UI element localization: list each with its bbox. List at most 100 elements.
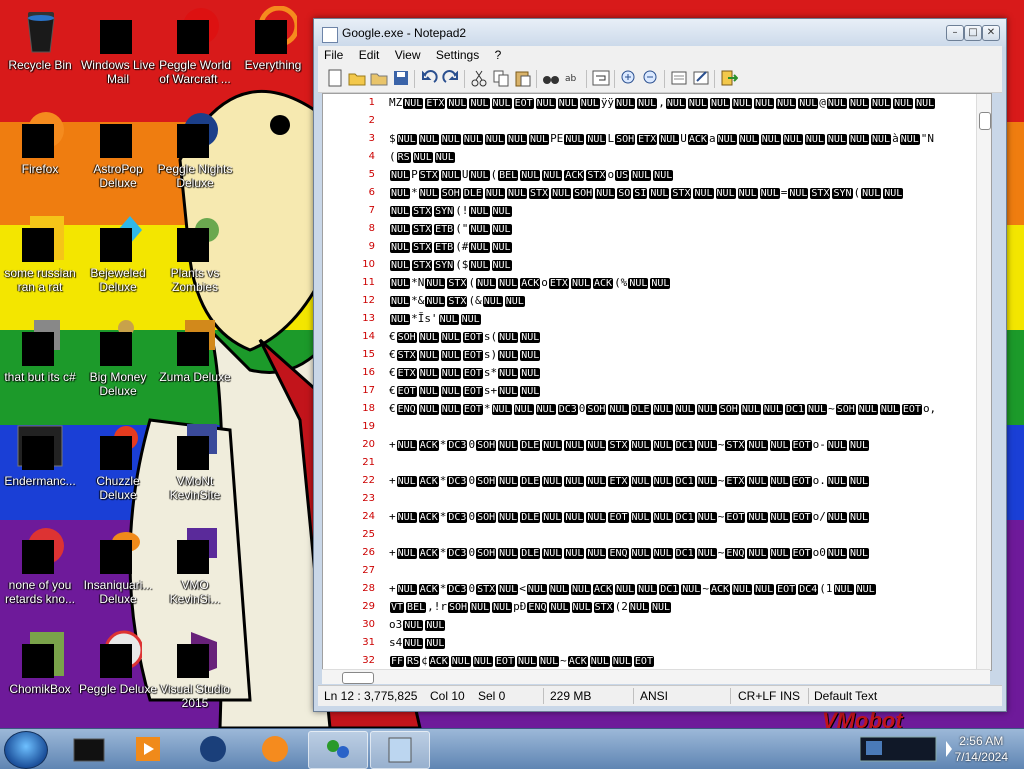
menu-file[interactable]: File: [318, 46, 349, 64]
desktop-icon-plants-vs-zombies[interactable]: Plants vs Zombies: [155, 214, 235, 294]
editor-line[interactable]: 14 € SOH NUL NUL EOT s(NUL NUL: [323, 328, 983, 346]
maximize-button[interactable]: □: [964, 25, 982, 41]
save-icon[interactable]: [392, 69, 410, 87]
start-button[interactable]: [4, 731, 48, 769]
desktop-icon-peggle-wow[interactable]: Peggle World of Warcraft ...: [155, 6, 235, 86]
editor-line[interactable]: 28 + NUL ACK * DC3 0 STX NUL < NUL NUL NUL ACK NUL NUL D…: [323, 580, 983, 598]
desktop-icon-peggle-deluxe[interactable]: Peggle Deluxe: [78, 630, 158, 696]
menu-settings[interactable]: Settings: [430, 46, 485, 64]
open-folder-icon[interactable]: [348, 69, 366, 87]
editor-line[interactable]: 21: [323, 454, 983, 472]
editor-line[interactable]: 17 € EOT NUL NUL EOT s+ NUL NUL: [323, 382, 983, 400]
customize-scheme-icon[interactable]: [692, 69, 710, 87]
editor-line[interactable]: 18 € ENQ NUL NUL EOT * NUL NUL NUL DC3 0 SOH NUL DLE NU…: [323, 400, 983, 418]
desktop-icon-chomikbox[interactable]: ChomikBox: [0, 630, 80, 696]
zoom-in-icon[interactable]: [620, 69, 638, 87]
editor-line[interactable]: 26 + NUL ACK * DC3 0 SOH NUL DLE NUL NUL NUL ENQ NUL NU…: [323, 544, 983, 562]
status-encoding[interactable]: ANSI: [640, 689, 668, 703]
vertical-scrollbar[interactable]: [976, 94, 991, 670]
find-icon[interactable]: [542, 69, 560, 87]
zoom-out-icon[interactable]: [642, 69, 660, 87]
taskbar-messenger-button[interactable]: [308, 731, 368, 769]
undo-icon[interactable]: [420, 69, 438, 87]
desktop-icon-vmont-kevinsite[interactable]: VMoNt KevinSite: [155, 422, 235, 502]
editor-line[interactable]: 11 NUL *N NUL STX(NUL NUL ACK o ETX NUL ACK (% NUL NU…: [323, 274, 983, 292]
window-titlebar[interactable]: Google.exe - Notepad2 – □ ✕: [314, 19, 1006, 47]
editor-line[interactable]: 32 FF RS ¢ ACK NUL NUL EOT NUL NUL ~ ACK NUL NUL EOT: [323, 652, 983, 670]
minimize-button[interactable]: –: [946, 25, 964, 41]
desktop-icon-big-money[interactable]: Big Money Deluxe: [78, 318, 158, 398]
status-scheme[interactable]: Default Text: [814, 689, 877, 703]
copy-icon[interactable]: [492, 69, 510, 87]
browse-icon[interactable]: [370, 69, 388, 87]
editor-line[interactable]: 20 + NUL ACK * DC3 0 SOH NUL DLE NUL NUL NUL STX NUL NU…: [323, 436, 983, 454]
desktop-icon-recycle-bin[interactable]: Recycle Bin: [0, 6, 80, 72]
editor-line[interactable]: 25: [323, 526, 983, 544]
menu-edit[interactable]: Edit: [353, 46, 386, 64]
editor-line[interactable]: 29 VT BEL ,!r SOH NUL NUL pÐ ENQ NUL NUL STX (2 NUL NU…: [323, 598, 983, 616]
desktop-icon-bejeweled[interactable]: Bejeweled Deluxe: [78, 214, 158, 294]
editor-line[interactable]: 8 NUL STX ETB (" NUL NUL: [323, 220, 983, 238]
editor-line[interactable]: 12 NUL *& NUL STX (& NUL NUL: [323, 292, 983, 310]
editor-line[interactable]: 7 NUL STX SYN (! NUL NUL: [323, 202, 983, 220]
vertical-scroll-thumb[interactable]: [979, 112, 991, 130]
tray-icons[interactable]: [860, 735, 940, 763]
editor-line[interactable]: 15 € STX NUL NUL EOT s) NUL NUL: [323, 346, 983, 364]
new-file-icon[interactable]: [326, 69, 344, 87]
desktop-icon-firefox[interactable]: Firefox: [0, 110, 80, 176]
replace-icon[interactable]: ab: [564, 69, 582, 87]
editor-line[interactable]: 2: [323, 112, 983, 130]
desktop-icon-csharp[interactable]: that but its c#: [0, 318, 80, 384]
desktop-icon-zuma[interactable]: Zuma Deluxe: [155, 318, 235, 384]
desktop-icon-vmo-kevinsite[interactable]: VMO KevinSi...: [155, 526, 235, 606]
editor-line[interactable]: 4 (RS NUL NUL: [323, 148, 983, 166]
editor-line[interactable]: 16 € ETX NUL NUL EOT s* NUL NUL: [323, 364, 983, 382]
taskbar-globe-button[interactable]: [184, 731, 242, 767]
desktop-icon-peggle-nights[interactable]: Peggle Nights Deluxe: [155, 110, 235, 190]
taskbar-notepad2-button[interactable]: [370, 731, 430, 769]
close-button[interactable]: ✕: [982, 25, 1000, 41]
exit-icon[interactable]: [720, 69, 738, 87]
editor-line[interactable]: 3 $ NUL NUL NUL NUL NUL NUL NUL PE NUL NUL L SOH ETX NU…: [323, 130, 983, 148]
editor-line[interactable]: 1 MZ NUL ETX NUL NUL NUL EOT NUL NUL NUL ÿÿ NUL NUL, N…: [323, 94, 983, 112]
editor-line[interactable]: 23: [323, 490, 983, 508]
notepad2-window[interactable]: Google.exe - Notepad2 – □ ✕ File Edit Vi…: [313, 18, 1007, 712]
editor-line[interactable]: 19: [323, 418, 983, 436]
desktop-icon-windows-live-mail[interactable]: Windows Live Mail: [78, 6, 158, 86]
horizontal-scroll-thumb[interactable]: [342, 672, 374, 684]
status-eol[interactable]: CR+LF: [738, 689, 776, 703]
desktop-icon-astropop[interactable]: AstroPop Deluxe: [78, 110, 158, 190]
desktop-icon-endermanch[interactable]: Endermanc...: [0, 422, 80, 488]
editor-line[interactable]: 5 NUL P STX NUL U NUL(BEL NUL NUL ACK STX o US NUL NUL: [323, 166, 983, 184]
redo-icon[interactable]: [442, 69, 460, 87]
menu-help[interactable]: ?: [489, 46, 508, 64]
menu-view[interactable]: View: [389, 46, 427, 64]
word-wrap-icon[interactable]: [592, 69, 610, 87]
cut-icon[interactable]: [470, 69, 488, 87]
scheme-icon[interactable]: [670, 69, 688, 87]
desktop-icon-insaniquarium[interactable]: Insaniquari... Deluxe: [78, 526, 158, 606]
taskbar-firefox-button[interactable]: [246, 731, 304, 767]
desktop-icon-russian-rat[interactable]: some russian ran a rat: [0, 214, 80, 294]
show-desktop-arrow-icon[interactable]: [944, 739, 954, 759]
desktop-icon-visual-studio[interactable]: Visual Studio 2015: [155, 630, 235, 710]
editor-line[interactable]: 10 NUL STX SYN ($ NUL NUL: [323, 256, 983, 274]
editor-line[interactable]: 13 NUL *Ĭs' NUL NUL: [323, 310, 983, 328]
taskbar-terminal-button[interactable]: [60, 731, 118, 767]
text-editor[interactable]: 1 MZ NUL ETX NUL NUL NUL EOT NUL NUL NUL ÿÿ NUL NUL, N…: [322, 93, 992, 671]
taskbar-media-button[interactable]: [120, 731, 178, 767]
editor-line[interactable]: 9 NUL STX ETB (# NUL NUL: [323, 238, 983, 256]
editor-line[interactable]: 27: [323, 562, 983, 580]
paste-icon[interactable]: [514, 69, 532, 87]
horizontal-scrollbar[interactable]: [322, 669, 990, 684]
clock[interactable]: 2:56 AM 7/14/2024: [955, 733, 1008, 765]
editor-line[interactable]: 31 s4 NUL NUL: [323, 634, 983, 652]
editor-line[interactable]: 6 NUL * NUL SOH DLE NUL NUL STX NUL SOH NUL SO SI NUL S…: [323, 184, 983, 202]
editor-line[interactable]: 24 + NUL ACK * DC3 0 SOH NUL DLE NUL NUL NUL EOT NUL NU…: [323, 508, 983, 526]
editor-line[interactable]: 30 o3 NUL NUL: [323, 616, 983, 634]
desktop-icon-chuzzle[interactable]: Chuzzle Deluxe: [78, 422, 158, 502]
desktop-icon-none-of-you[interactable]: none of you retards kno...: [0, 526, 80, 606]
desktop-icon-everything[interactable]: Everything: [233, 5, 313, 72]
editor-line[interactable]: 22 + NUL ACK * DC3 0 SOH NUL DLE NUL NUL NUL ETX NUL NU…: [323, 472, 983, 490]
terminal-icon: [73, 738, 105, 762]
